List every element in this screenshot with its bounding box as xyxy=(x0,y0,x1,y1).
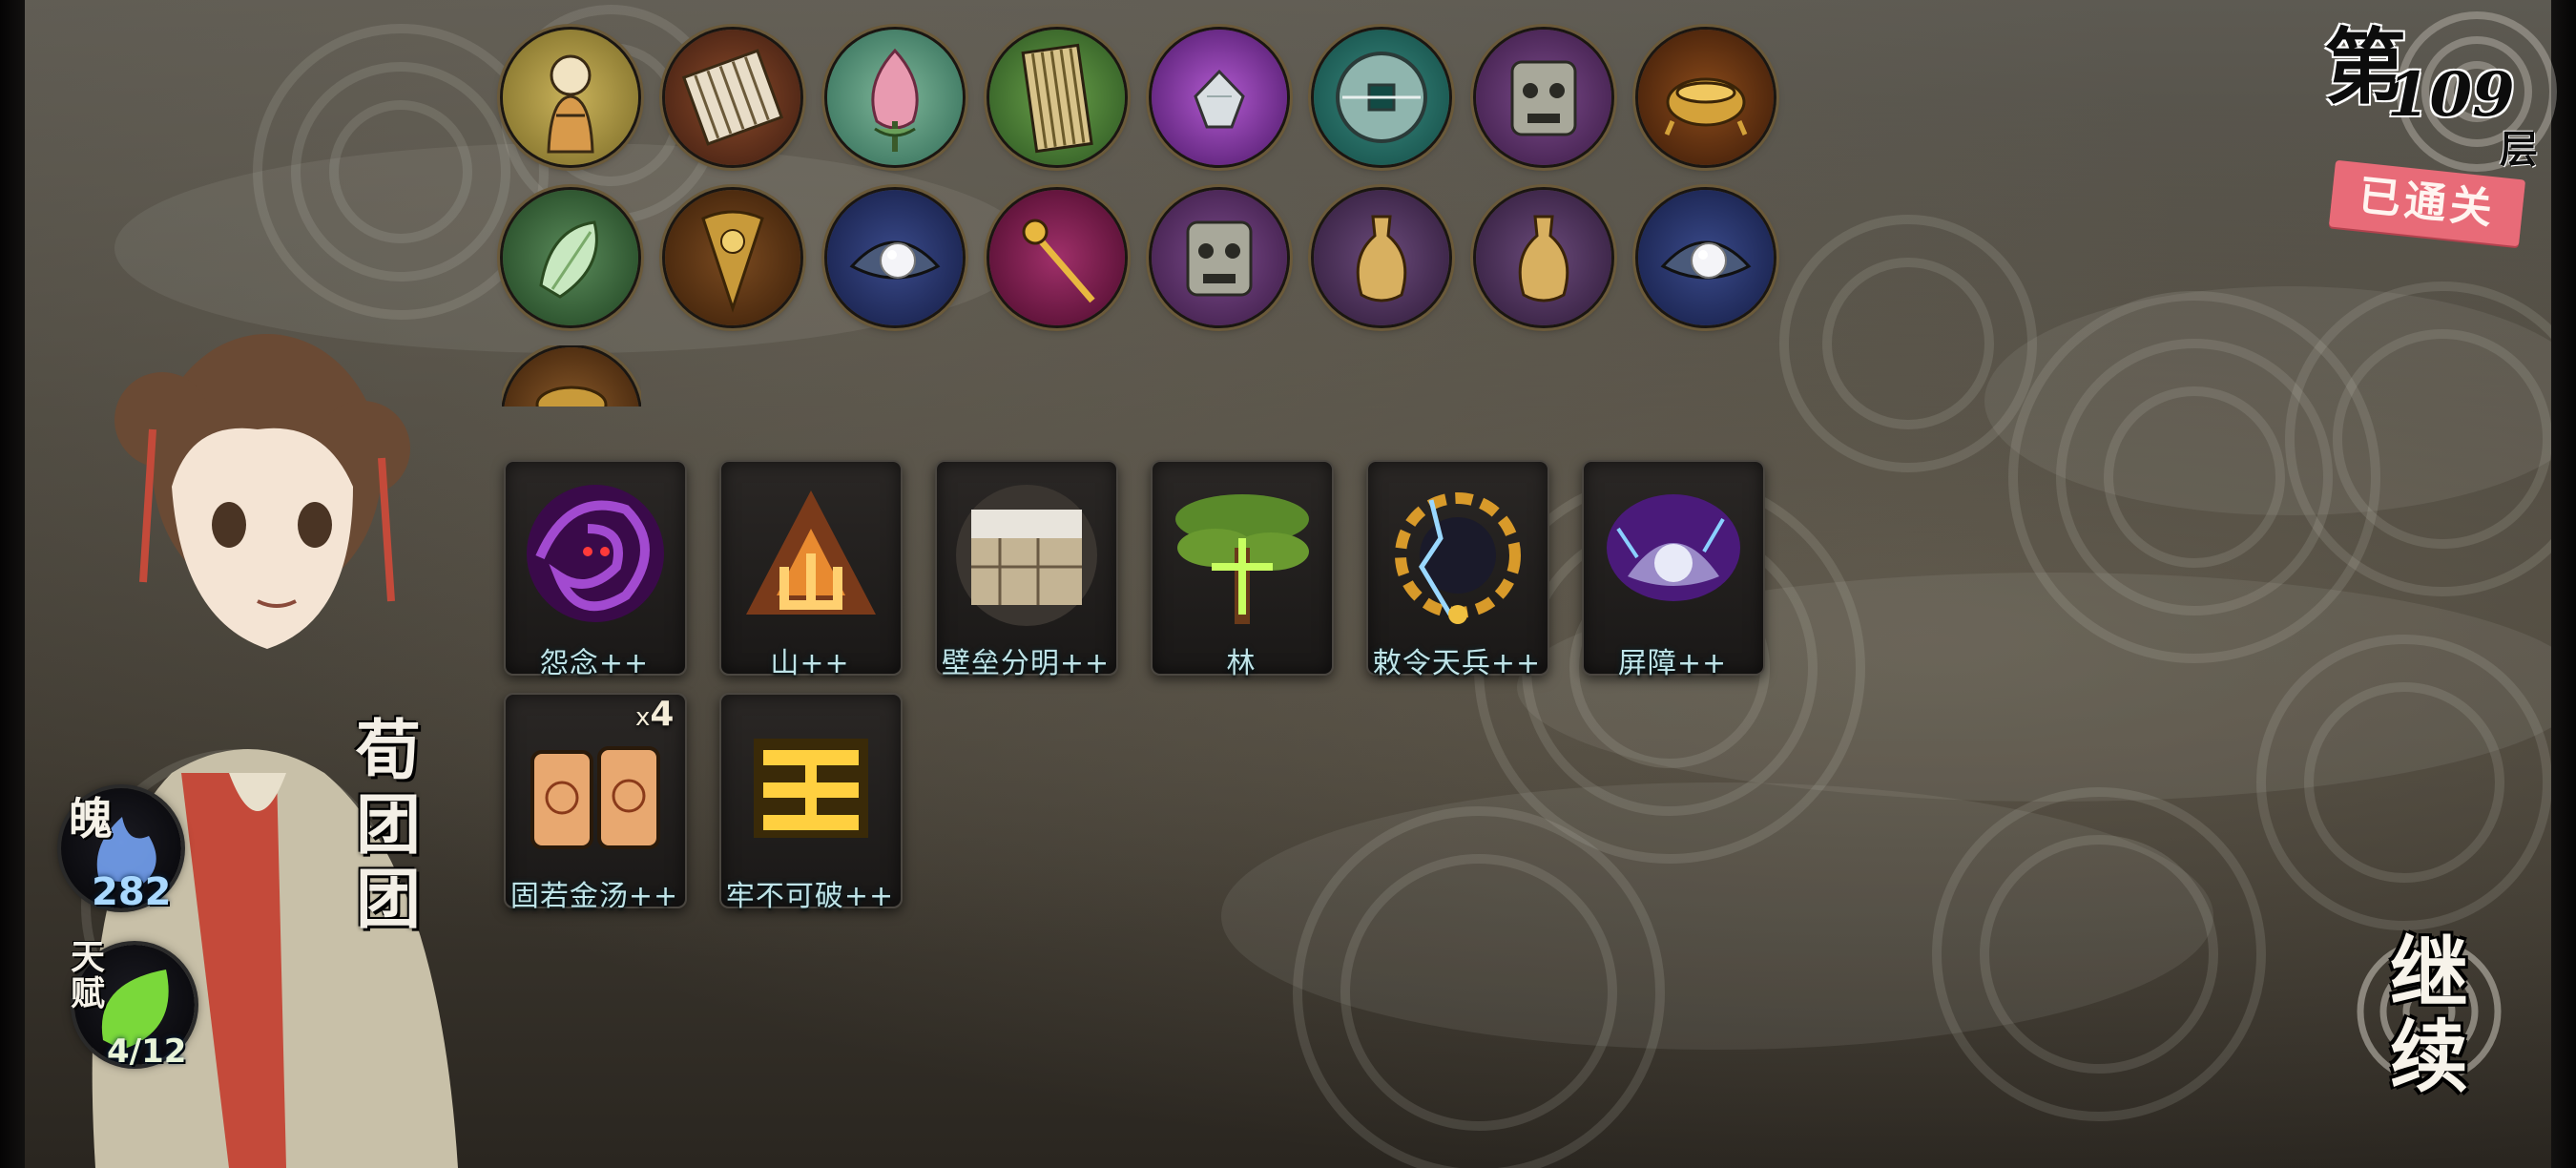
left-frame-border xyxy=(0,0,25,1168)
heavenly-decree-icon xyxy=(1395,492,1521,624)
relic-pearl-shell-icon[interactable] xyxy=(827,190,963,325)
skill-stack-count: x4 xyxy=(635,695,675,734)
soul-label: 魄 xyxy=(69,793,113,845)
game-screen: 怨念++ 山++ 壁垒分明++ 林 敕令天兵++ 屏障++ x4 固若金汤++ … xyxy=(0,0,2576,1168)
skill-label-fortress: 壁垒分明++ xyxy=(941,647,1111,680)
relic-gold-vase-icon[interactable] xyxy=(1476,190,1611,325)
relic-row3-clip xyxy=(502,345,641,407)
talent-value: 4/12 xyxy=(107,1032,187,1071)
relic-bamboo-scroll-icon[interactable] xyxy=(665,30,800,165)
relic-bronze-coin-icon[interactable] xyxy=(1314,30,1449,165)
resentment-vortex-icon xyxy=(527,485,664,622)
relic-bamboo-slip-book-icon[interactable] xyxy=(989,30,1125,165)
relic-gold-fan-icon[interactable] xyxy=(665,190,800,325)
relic-bronze-mask-icon[interactable] xyxy=(1476,30,1611,165)
soul-value: 282 xyxy=(92,870,172,914)
fortress-wall-icon xyxy=(956,485,1097,626)
relic-partial-relic-icon[interactable] xyxy=(504,347,639,407)
relic-gold-vase-icon[interactable] xyxy=(1314,190,1449,325)
skill-label-unbreakable: 牢不可破++ xyxy=(725,880,895,913)
relic-bronze-mask-icon[interactable] xyxy=(1152,190,1287,325)
skill-label-barrier: 屏障++ xyxy=(1617,647,1728,680)
relic-purple-gem-icon[interactable] xyxy=(1152,30,1287,165)
skill-label-resentment: 怨念++ xyxy=(539,647,650,680)
relic-gold-scepter-icon[interactable] xyxy=(989,190,1125,325)
skill-label-heavenly-decree: 敕令天兵++ xyxy=(1372,647,1542,680)
mountain-glyph-icon xyxy=(746,490,876,615)
relic-pearl-shell-icon[interactable] xyxy=(1638,190,1774,325)
barrier-lotus-icon xyxy=(1607,494,1740,601)
talent-label: 天赋 xyxy=(71,937,106,1013)
relic-gold-censer-icon[interactable] xyxy=(1638,30,1774,165)
golden-seal-icon xyxy=(754,739,868,838)
character-name: 荀团团 xyxy=(355,713,421,938)
floor-badge: 第 109 层 已通关 xyxy=(2324,0,2563,258)
relic-lotus-bud-icon[interactable] xyxy=(827,30,963,165)
floor-number: 109 xyxy=(2387,59,2515,131)
continue-button[interactable]: 继续 xyxy=(2343,926,2515,1107)
forest-tree-icon xyxy=(1175,494,1309,624)
skill-label-mountain: 山++ xyxy=(770,647,850,680)
floor-suffix: 层 xyxy=(2500,127,2538,172)
relic-jade-cabbage-icon[interactable] xyxy=(503,190,638,325)
skill-label-forest: 林 xyxy=(1226,647,1257,680)
skill-label-impregnable: 固若金汤++ xyxy=(509,880,679,913)
continue-label: 继续 xyxy=(2389,928,2468,1103)
relic-doll-figure-icon[interactable] xyxy=(503,30,638,165)
